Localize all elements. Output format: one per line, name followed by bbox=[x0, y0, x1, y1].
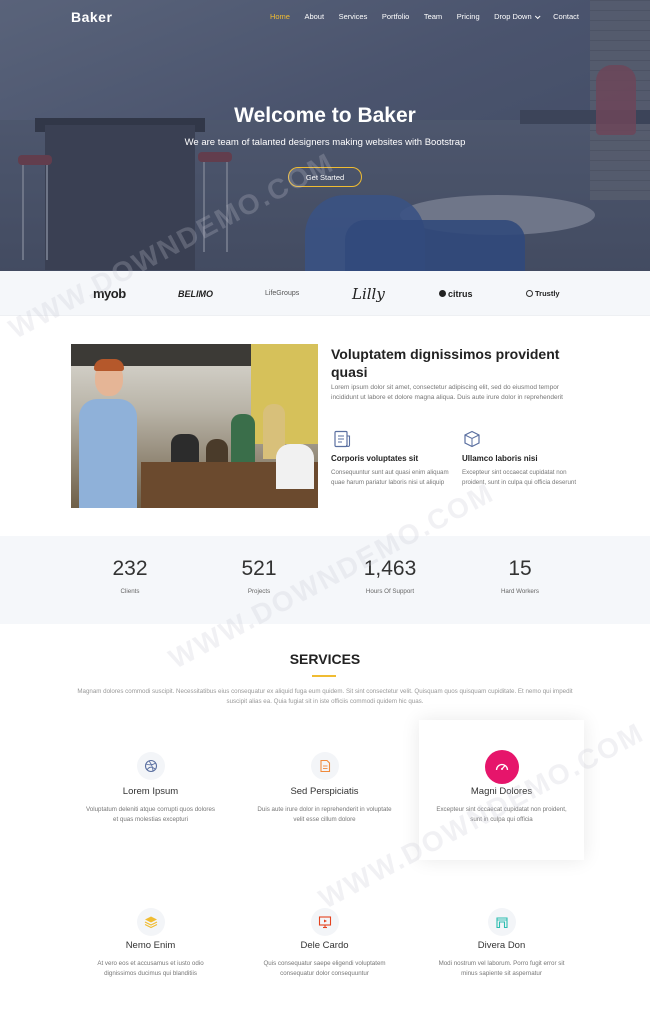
about-description: Lorem ipsum dolor sit amet, consectetur … bbox=[331, 384, 563, 401]
client-logo-lifegroups: LifeGroups bbox=[265, 271, 299, 316]
receipt-icon bbox=[334, 430, 351, 448]
client-logo-text: myob bbox=[93, 286, 126, 301]
nav-item-services[interactable]: Services bbox=[339, 12, 368, 21]
service-card-description: Duis aute irure dolor in reprehenderit i… bbox=[257, 806, 392, 823]
hero-section: Baker Home About Services Portfolio Team… bbox=[0, 0, 650, 271]
count-label: Clients bbox=[120, 588, 140, 595]
count-value: 521 bbox=[241, 557, 277, 580]
clients-logos-strip: myob BELIMO LifeGroups Lilly citrus Trus… bbox=[0, 271, 650, 316]
brand-logo[interactable]: Baker bbox=[71, 9, 112, 25]
client-logo-text: LifeGroups bbox=[265, 290, 300, 297]
document-icon bbox=[311, 752, 339, 780]
count-value: 232 bbox=[112, 557, 148, 580]
nav-item-home[interactable]: Home bbox=[270, 12, 290, 21]
arch-icon bbox=[488, 908, 516, 936]
client-logo-myob: myob bbox=[93, 271, 126, 316]
services-description: Magnam dolores commodi suscipit. Necessi… bbox=[77, 688, 573, 705]
cube-icon bbox=[464, 430, 480, 448]
service-card-description: Excepteur sint occaecat cupidatat non pr… bbox=[436, 806, 567, 823]
services-title: SERVICES bbox=[289, 651, 361, 667]
get-started-button[interactable]: Get Started bbox=[288, 167, 362, 187]
nav-item-dropdown[interactable]: Drop Down bbox=[494, 12, 541, 21]
service-card-title: Divera Don bbox=[477, 940, 526, 951]
nav-item-dropdown-label: Drop Down bbox=[494, 12, 532, 21]
count-label: Hard Workers bbox=[500, 588, 540, 595]
nav-item-team[interactable]: Team bbox=[424, 12, 442, 21]
service-card-title: Sed Perspiciatis bbox=[290, 786, 359, 797]
dribbble-icon bbox=[137, 752, 165, 780]
service-card-title: Dele Cardo bbox=[300, 940, 349, 951]
client-logo-trustly: Trustly bbox=[526, 271, 560, 316]
service-card[interactable]: Divera Don Modi nostrum vel laborum. Por… bbox=[419, 876, 584, 1026]
services-title-underline bbox=[312, 675, 336, 677]
client-logo-text: BELIMO bbox=[178, 288, 213, 299]
service-card-title: Magni Dolores bbox=[470, 786, 533, 797]
photo-man-hair bbox=[94, 359, 124, 371]
feature-description: Excepteur sint occaecat cupidatat non pr… bbox=[462, 469, 577, 486]
service-card[interactable]: Nemo Enim At vero eos et accusamus et iu… bbox=[68, 876, 233, 1026]
client-logo-text: Trustly bbox=[535, 289, 560, 298]
count-value: 15 bbox=[508, 557, 532, 580]
service-card[interactable]: Magni Dolores Excepteur sint occaecat cu… bbox=[419, 720, 584, 860]
hero-subtitle: We are team of talanted designers making… bbox=[184, 137, 466, 148]
service-card-title: Nemo Enim bbox=[125, 940, 176, 951]
service-card-description: At vero eos et accusamus et iusto odio d… bbox=[97, 960, 204, 977]
nav-menu: Home About Services Portfolio Team Prici… bbox=[255, 12, 579, 21]
client-logo-text: Lilly bbox=[352, 284, 385, 303]
feature-title: Ullamco laboris nisi bbox=[462, 454, 538, 463]
service-card-description: Modi nostrum vel laborum. Porro fugit er… bbox=[438, 960, 565, 977]
service-card[interactable]: Sed Perspiciatis Duis aute irure dolor i… bbox=[242, 720, 407, 860]
photo-man-body bbox=[79, 399, 137, 508]
counts-section: 232 Clients 521 Projects 1,463 Hours Of … bbox=[0, 536, 650, 624]
about-title: Voluptatem dignissimos provident quasi bbox=[331, 346, 560, 380]
service-card-description: Quis consequatur saepe eligendi voluptat… bbox=[263, 960, 386, 977]
photo-person bbox=[276, 444, 314, 489]
service-card-description: Voluptatum deleniti atque corrupti quos … bbox=[86, 806, 215, 823]
feature-description: Consequuntur sunt aut quasi enim aliquam… bbox=[331, 469, 449, 486]
about-team-photo bbox=[71, 344, 318, 508]
feature-title: Corporis voluptates sit bbox=[331, 454, 419, 463]
client-logo-citrus: citrus bbox=[439, 271, 473, 316]
trustly-mark-icon bbox=[526, 290, 533, 297]
client-logo-lilly: Lilly bbox=[352, 271, 385, 316]
nav-item-contact[interactable]: Contact bbox=[553, 12, 579, 21]
client-logo-belimo: BELIMO bbox=[178, 271, 213, 316]
speedometer-icon bbox=[485, 750, 519, 784]
count-value: 1,463 bbox=[363, 557, 417, 580]
count-label: Projects bbox=[247, 588, 271, 595]
nav-item-portfolio[interactable]: Portfolio bbox=[382, 12, 410, 21]
service-card-title: Lorem Ipsum bbox=[122, 786, 179, 797]
client-logo-text: citrus bbox=[448, 288, 473, 299]
hero-title: Welcome to Baker bbox=[234, 104, 416, 127]
count-label: Hours Of Support bbox=[365, 588, 415, 595]
photo-person bbox=[231, 414, 255, 469]
citrus-mark-icon bbox=[439, 290, 446, 297]
layers-icon bbox=[137, 908, 165, 936]
nav-item-pricing[interactable]: Pricing bbox=[457, 12, 480, 21]
nav-item-about[interactable]: About bbox=[304, 12, 324, 21]
top-navbar: Baker Home About Services Portfolio Team… bbox=[0, 0, 650, 36]
slideshow-icon bbox=[311, 908, 339, 936]
service-card[interactable]: Dele Cardo Quis consequatur saepe eligen… bbox=[242, 876, 407, 1026]
chevron-down-icon bbox=[534, 12, 541, 19]
hero-overlay bbox=[0, 0, 650, 271]
service-card[interactable]: Lorem Ipsum Voluptatum deleniti atque co… bbox=[68, 720, 233, 860]
